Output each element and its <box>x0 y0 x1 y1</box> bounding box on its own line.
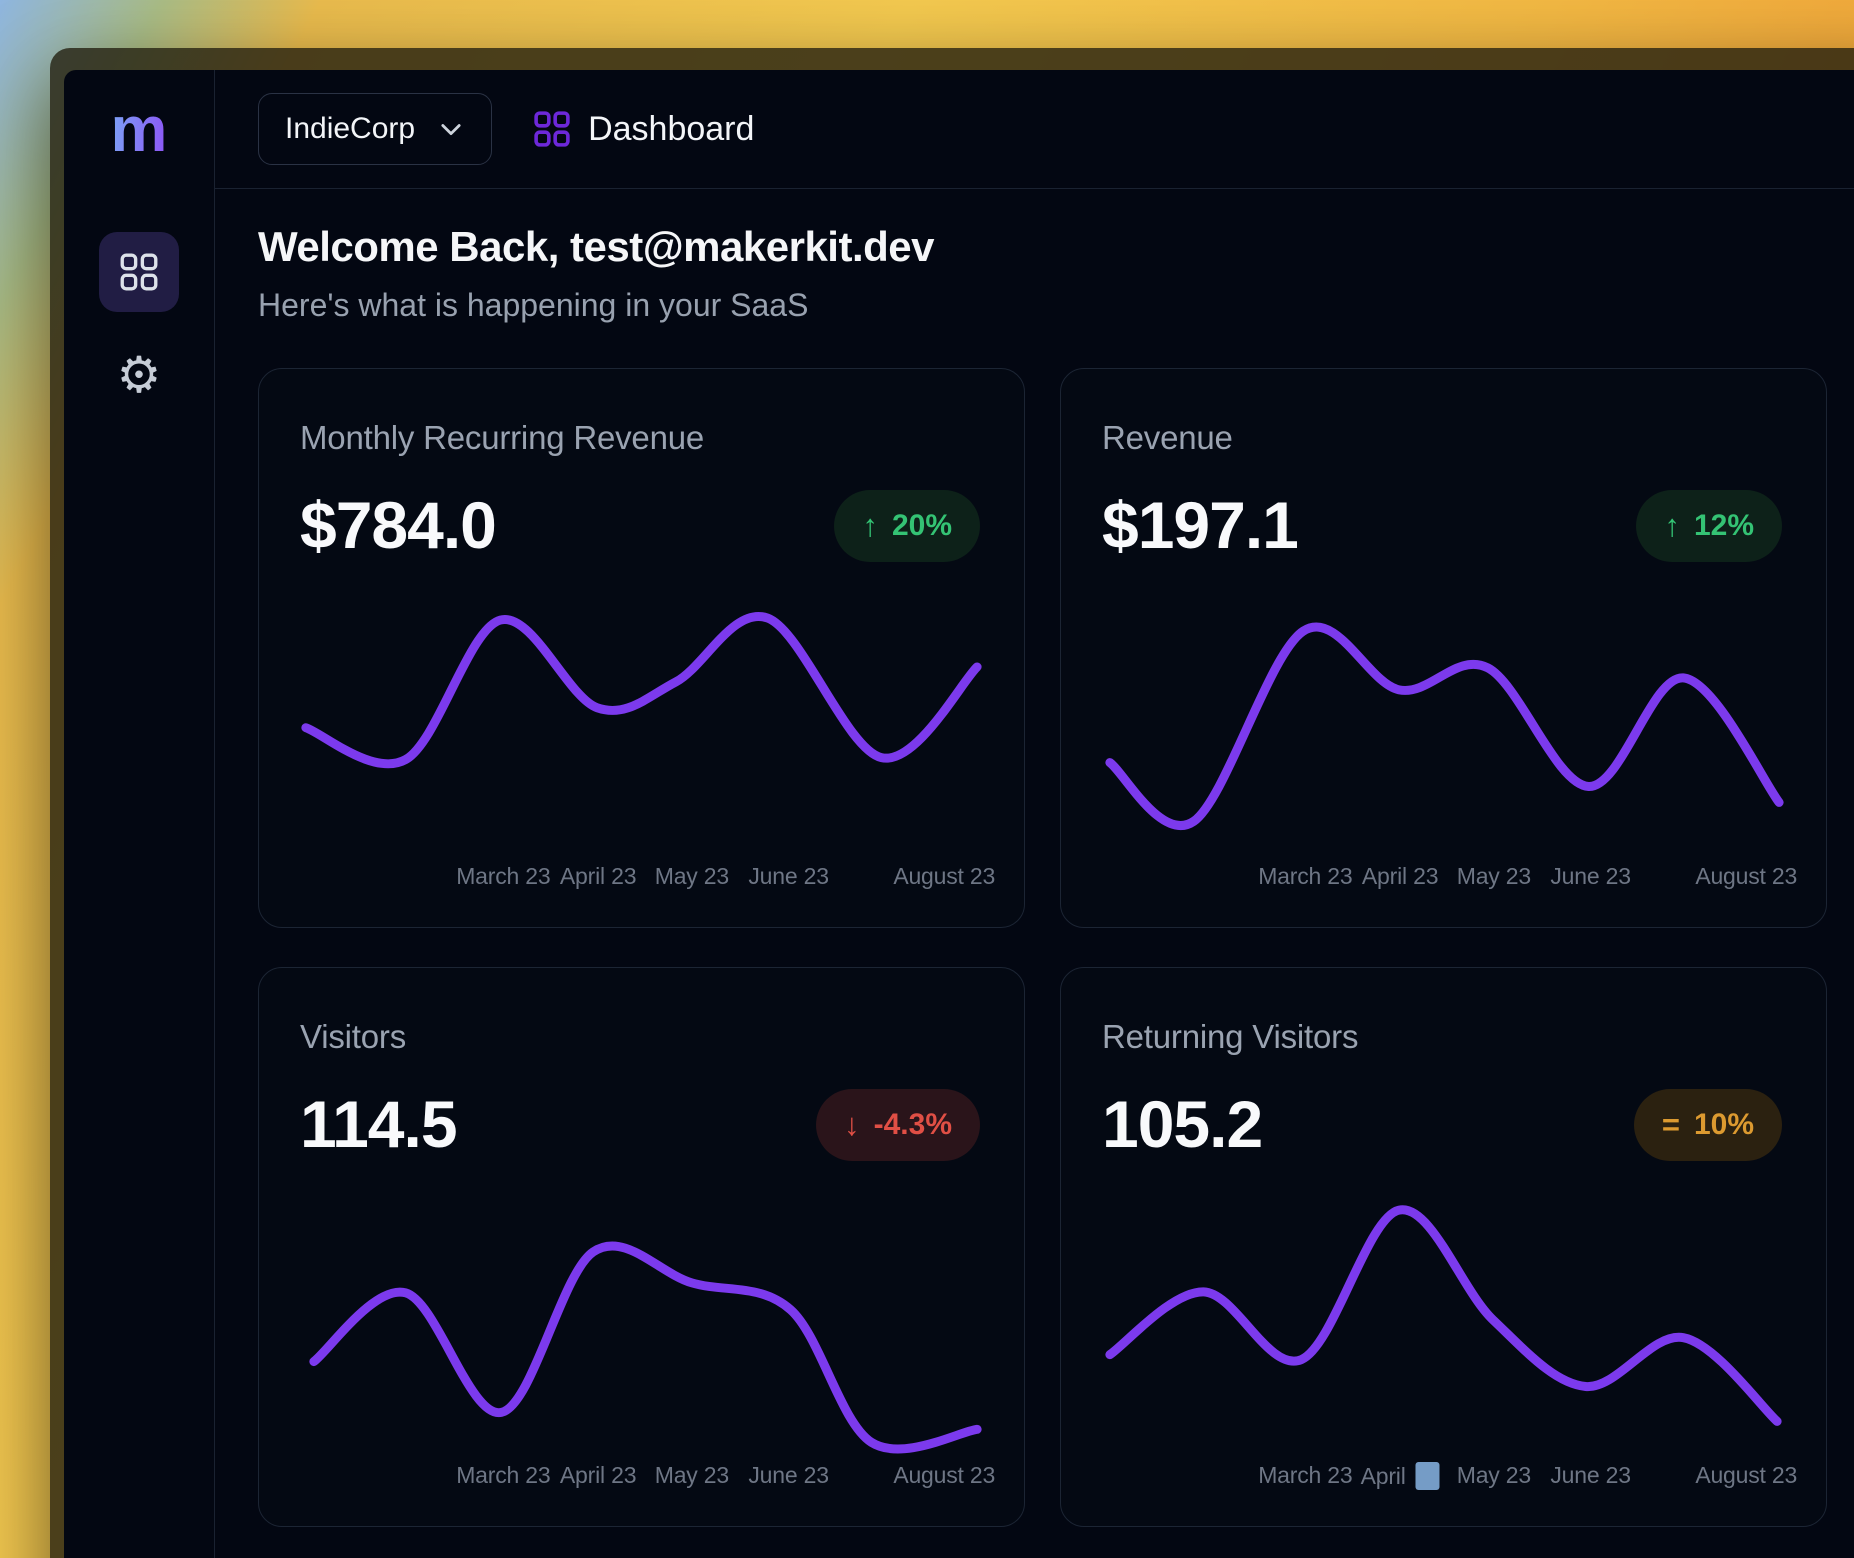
x-axis-tick-label: May 23 <box>655 1462 729 1489</box>
sidebar: m ⚙ <box>64 70 215 1558</box>
x-axis-tick-label: April 23 <box>1362 863 1438 890</box>
sidebar-item-dashboard[interactable] <box>99 232 179 312</box>
stat-card: Returning Visitors 105.2 = 10% March 23A… <box>1060 967 1827 1527</box>
sidebar-item-settings[interactable]: ⚙ <box>117 350 162 400</box>
x-axis-tick-label: March 23 <box>456 863 550 890</box>
x-axis-tick-label: June 23 <box>1550 863 1630 890</box>
x-axis-tick-label: March 23 <box>1258 863 1352 890</box>
x-axis-tick-label: June 23 <box>748 1462 828 1489</box>
x-axis-tick-label: May 23 <box>1457 863 1531 890</box>
page-title: Dashboard <box>588 110 754 149</box>
x-axis-tick-label: June 23 <box>748 863 828 890</box>
welcome-heading: Welcome Back, test@makerkit.dev <box>258 223 1854 271</box>
x-axis-labels: March 23 April 23 May 23 June 23 August 23 <box>1061 863 1826 897</box>
x-axis-tick-label: August 23 <box>893 863 995 890</box>
welcome-subtitle: Here's what is happening in your SaaS <box>258 287 1854 324</box>
grid-icon <box>120 253 158 291</box>
stats-grid: Monthly Recurring Revenue $784.0 ↑ 20% M… <box>258 368 1854 1527</box>
logo-wrap: m <box>111 70 168 188</box>
main-column: IndieCorp <box>215 70 1854 1558</box>
screen: m ⚙ <box>0 0 1854 1558</box>
x-axis-tick-label: August 23 <box>1695 863 1797 890</box>
x-axis-tick-label: April 23 <box>560 1462 636 1489</box>
x-axis-tick-label: March 23 <box>1258 1462 1352 1489</box>
x-axis-tick-label: June 23 <box>1550 1462 1630 1489</box>
x-axis-labels: March 23 April May 23 June 23 August 23 <box>1061 1462 1826 1496</box>
x-axis-labels: March 23 April 23 May 23 June 23 August 23 <box>259 1462 1024 1496</box>
selection-box <box>1416 1462 1440 1490</box>
topbar: IndieCorp <box>215 70 1854 189</box>
x-axis-labels: March 23 April 23 May 23 June 23 August 23 <box>259 863 1024 897</box>
org-name: IndieCorp <box>285 112 415 146</box>
gear-icon: ⚙ <box>117 347 162 403</box>
x-axis-tick-label: April 23 <box>560 863 636 890</box>
chevron-down-icon <box>437 115 465 143</box>
breadcrumb: Dashboard <box>534 110 754 149</box>
app-frame: m ⚙ <box>64 70 1854 1558</box>
x-axis-tick-label: May 23 <box>655 863 729 890</box>
page-content: Welcome Back, test@makerkit.dev Here's w… <box>215 189 1854 1527</box>
stat-card: Visitors 114.5 ↓ -4.3% March 23April 23M… <box>258 967 1025 1527</box>
x-axis-tick-label: August 23 <box>1695 1462 1797 1489</box>
stat-card: Monthly Recurring Revenue $784.0 ↑ 20% M… <box>258 368 1025 928</box>
app-window: m ⚙ <box>50 48 1854 1558</box>
line-chart <box>1061 968 1826 1526</box>
line-chart <box>259 369 1024 927</box>
stat-card: Revenue $197.1 ↑ 12% March 23April 23May… <box>1060 368 1827 928</box>
makerkit-logo: m <box>111 97 168 161</box>
dashboard-grid-icon <box>534 111 570 147</box>
x-axis-tick-label: May 23 <box>1457 1462 1531 1489</box>
x-axis-tick-label: March 23 <box>456 1462 550 1489</box>
line-chart <box>1061 369 1826 927</box>
x-axis-tick-label: April <box>1361 1462 1440 1490</box>
x-axis-tick-label: August 23 <box>893 1462 995 1489</box>
org-switcher-button[interactable]: IndieCorp <box>258 93 492 165</box>
line-chart <box>259 968 1024 1526</box>
